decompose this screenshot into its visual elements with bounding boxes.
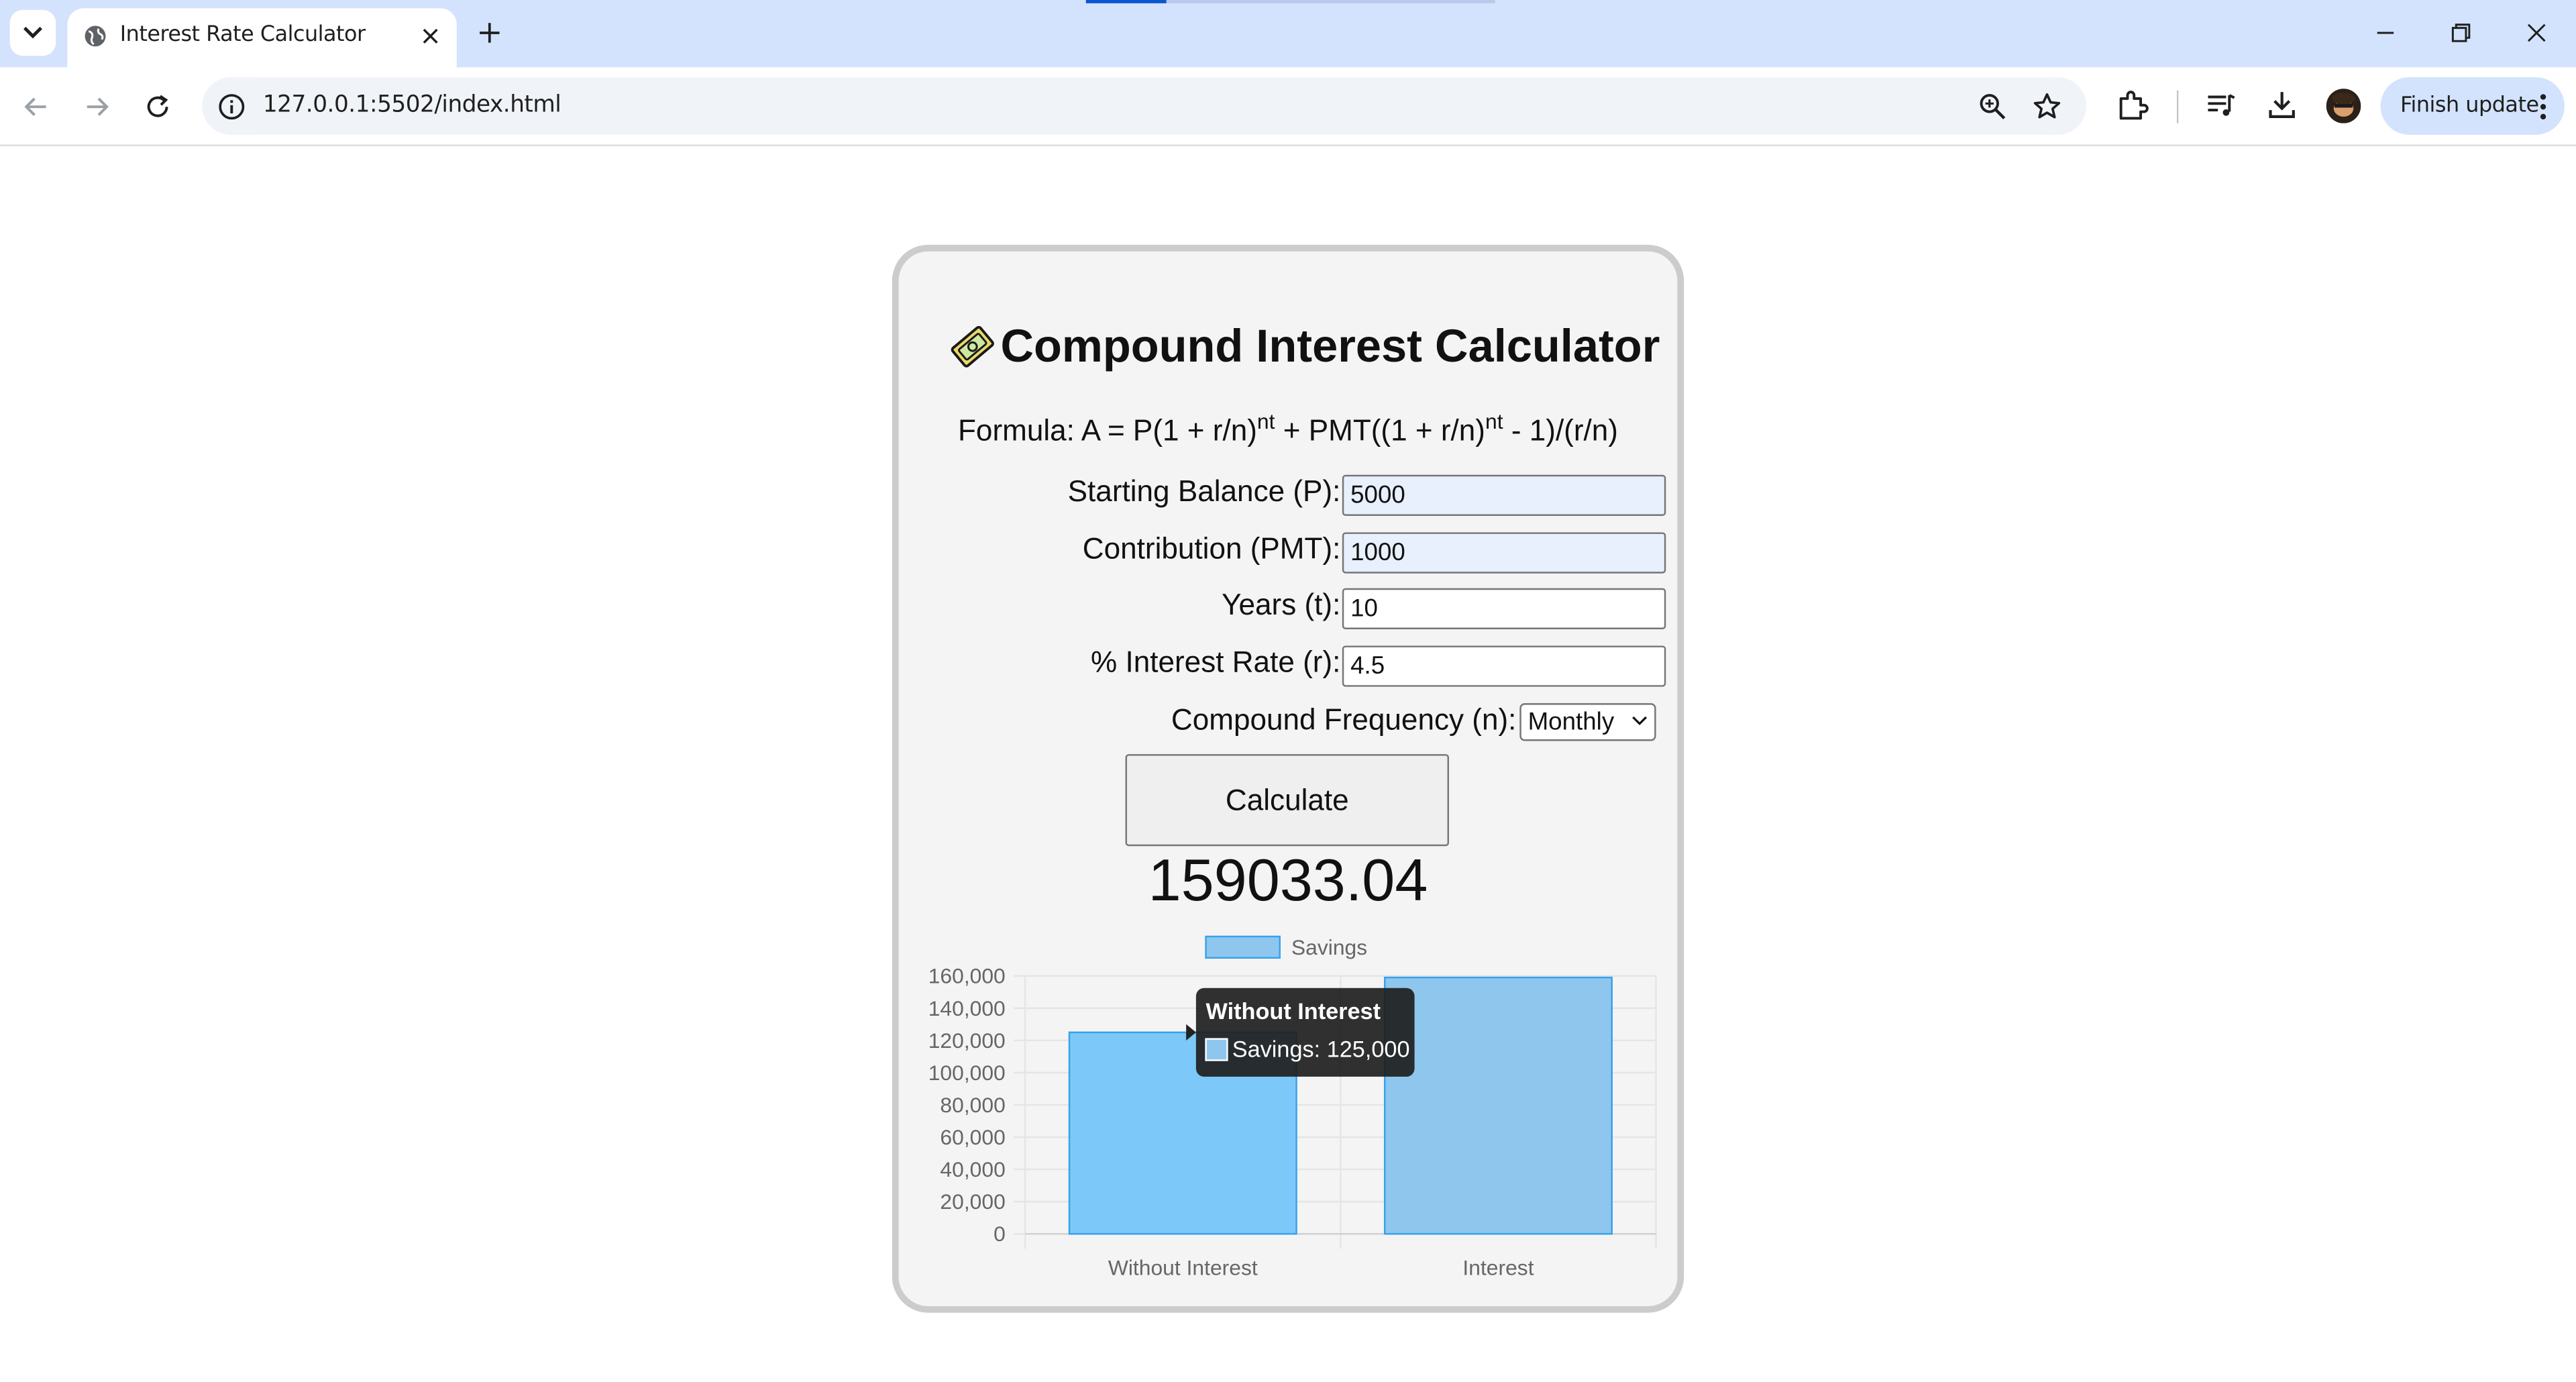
reload-icon (147, 95, 168, 117)
finish-update-label: Finish update (2400, 93, 2539, 119)
minimize-icon (2377, 32, 2394, 34)
y-tick-label: 0 (994, 1222, 1006, 1246)
new-tab-button[interactable] (472, 15, 508, 51)
y-tick-label: 40,000 (940, 1157, 1005, 1181)
url-text[interactable]: 127.0.0.1:5502/index.html (263, 92, 561, 118)
puzzle-icon (2119, 91, 2149, 120)
legend-label: Savings (1291, 935, 1367, 959)
y-tick-label: 20,000 (940, 1189, 1005, 1214)
queue-music-icon (2208, 94, 2235, 116)
savings-chart: Savings 0 20,000 40,000 60,000 80,000 100,000 1… (928, 935, 1657, 1279)
loading-indicator (1085, 0, 1167, 3)
close-icon (423, 28, 438, 44)
compound-frequency-select[interactable]: Monthly (1519, 703, 1656, 741)
browser-toolbar: 127.0.0.1:5502/index.html Finish update (0, 67, 2576, 146)
y-tick-label: 80,000 (940, 1093, 1005, 1117)
contribution-input[interactable] (1342, 532, 1666, 574)
interest-rate-input[interactable] (1342, 645, 1666, 687)
tab-active[interactable]: Interest Rate Calculator (67, 8, 457, 68)
chevron-down-icon (23, 26, 42, 39)
media-controls-button[interactable] (2203, 87, 2239, 123)
toolbar-divider (2176, 90, 2179, 123)
forward-button[interactable] (76, 85, 119, 128)
downloads-button[interactable] (2264, 87, 2300, 123)
loading-track (1166, 0, 1495, 3)
years-label: Years (t): (1222, 588, 1341, 621)
more-vert-icon (2540, 94, 2546, 120)
calculate-button[interactable]: Calculate (1125, 754, 1450, 847)
address-bar[interactable]: 127.0.0.1:5502/index.html (202, 77, 2087, 135)
arrow-left-icon (24, 97, 46, 116)
arrow-right-icon (87, 97, 109, 116)
starting-balance-input[interactable] (1342, 474, 1666, 516)
formula-text: Formula: A = P(1 + r/n)nt + PMT((1 + r/n… (899, 409, 1678, 449)
plus-icon (480, 23, 500, 43)
legend-swatch (1205, 935, 1281, 959)
y-tick-label: 160,000 (928, 964, 1006, 988)
avatar-icon (2326, 89, 2361, 123)
restore-button[interactable] (2441, 13, 2481, 53)
restore-icon (2451, 23, 2471, 42)
y-tick-label: 140,000 (928, 996, 1006, 1020)
formula-suffix: - 1)/(r/n) (1503, 414, 1618, 447)
contribution-label: Contribution (PMT): (1082, 532, 1341, 566)
y-tick-label: 60,000 (940, 1125, 1005, 1149)
formula-exponent-1: nt (1256, 409, 1275, 434)
calculator-card: Compound Interest Calculator Formula: A … (892, 244, 1684, 1313)
zoom-button[interactable] (1976, 91, 2009, 123)
chevron-down-icon (1632, 716, 1648, 726)
page-title: Compound Interest Calculator (948, 314, 1660, 380)
extensions-button[interactable] (2114, 87, 2151, 123)
formula-exponent-2: nt (1485, 409, 1503, 434)
formula-middle: + PMT((1 + r/n) (1275, 414, 1486, 447)
download-icon (2269, 92, 2295, 118)
compound-frequency-value: Monthly (1527, 708, 1615, 737)
bar-interest (1383, 976, 1613, 1235)
globe-icon (85, 25, 106, 47)
compound-frequency-label: Compound Frequency (n): (1171, 703, 1517, 737)
tab-search-button[interactable] (9, 9, 56, 56)
minimize-button[interactable] (2366, 13, 2406, 53)
site-info-icon[interactable] (217, 92, 246, 121)
reload-button[interactable] (136, 85, 179, 128)
close-window-button[interactable] (2517, 13, 2557, 53)
tooltip-swatch (1205, 1038, 1228, 1061)
tooltip-title: Without Interest (1206, 999, 1381, 1024)
star-icon (2033, 93, 2061, 119)
tooltip-text: Savings: 125,000 (1232, 1037, 1410, 1063)
result-value: 159033.04 (1148, 846, 1428, 914)
interest-rate-label: % Interest Rate (r): (1091, 645, 1341, 679)
tab-close-button[interactable] (417, 23, 443, 49)
title-text: Compound Interest Calculator (1000, 320, 1660, 372)
zoom-icon (1980, 94, 2006, 119)
back-button[interactable] (15, 85, 58, 128)
bookmark-button[interactable] (2031, 91, 2063, 123)
y-tick-label: 100,000 (928, 1061, 1006, 1085)
years-input[interactable] (1342, 588, 1666, 629)
starting-balance-label: Starting Balance (P): (1067, 474, 1341, 508)
profile-avatar[interactable] (2326, 89, 2361, 123)
close-icon (2527, 23, 2546, 42)
formula-prefix: Formula: A = P(1 + r/n) (957, 414, 1257, 447)
x-tick-label: Interest (1462, 1255, 1534, 1279)
y-tick-label: 120,000 (928, 1028, 1006, 1053)
tab-strip: Interest Rate Calculator (0, 0, 2576, 68)
finish-update-button[interactable]: Finish update (2380, 77, 2565, 135)
money-icon (951, 325, 994, 368)
tab-title: Interest Rate Calculator (119, 23, 366, 48)
x-tick-label: Without Interest (1108, 1255, 1258, 1279)
